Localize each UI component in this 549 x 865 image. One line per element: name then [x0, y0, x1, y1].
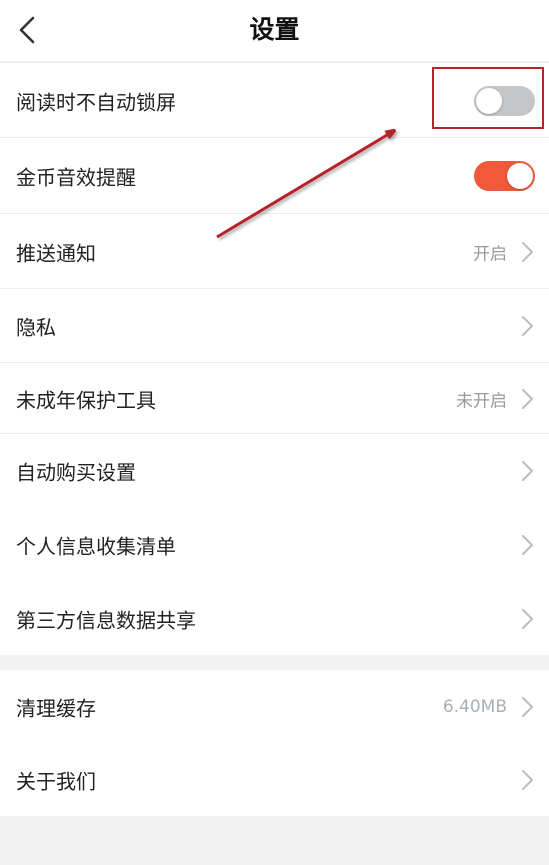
- setting-row-auto-purchase[interactable]: 自动购买设置: [0, 434, 549, 508]
- setting-label: 个人信息收集清单: [16, 534, 176, 559]
- setting-label: 第三方信息数据共享: [16, 608, 196, 632]
- setting-label: 关于我们: [16, 769, 96, 793]
- no-auto-lock-toggle[interactable]: [474, 85, 535, 116]
- setting-label: 推送通知: [16, 241, 96, 265]
- toggle-knob: [476, 87, 502, 114]
- setting-label: 未成年保护工具: [16, 388, 156, 412]
- header-bar: 设置: [0, 0, 549, 62]
- setting-label: 隐私: [16, 315, 56, 340]
- setting-row-coin-sound[interactable]: 金币音效提醒: [0, 138, 549, 214]
- setting-row-third-party-sharing[interactable]: 第三方信息数据共享: [0, 582, 549, 655]
- setting-row-personal-info-list[interactable]: 个人信息收集清单: [0, 508, 549, 582]
- toggle-knob: [507, 163, 533, 189]
- setting-row-no-auto-lock[interactable]: 阅读时不自动锁屏: [0, 63, 549, 138]
- settings-group: 阅读时不自动锁屏 金币音效提醒 推送通知 开启 隐私 未成年保护工具 未开启 自…: [0, 63, 549, 655]
- setting-row-clear-cache[interactable]: 清理缓存 6.40MB: [0, 670, 549, 743]
- chevron-right-icon: [522, 696, 533, 717]
- chevron-right-icon: [522, 316, 533, 336]
- setting-value: 开启: [473, 244, 507, 264]
- chevron-right-icon: [522, 608, 533, 629]
- cache-size-value: 6.40MB: [442, 696, 507, 717]
- chevron-right-icon: [522, 461, 533, 481]
- chevron-right-icon: [522, 388, 533, 409]
- setting-row-privacy[interactable]: 隐私: [0, 289, 549, 363]
- misc-group: 清理缓存 6.40MB 关于我们: [0, 670, 549, 816]
- chevron-right-icon: [522, 241, 533, 262]
- setting-row-push[interactable]: 推送通知 开启: [0, 214, 549, 289]
- page-title: 设置: [249, 15, 300, 44]
- setting-row-about[interactable]: 关于我们: [0, 743, 549, 816]
- chevron-right-icon: [522, 769, 533, 790]
- setting-label: 清理缓存: [16, 696, 96, 720]
- setting-label: 自动购买设置: [16, 460, 136, 485]
- chevron-right-icon: [522, 535, 533, 555]
- setting-row-minor-protection[interactable]: 未成年保护工具 未开启: [0, 363, 549, 434]
- setting-label: 金币音效提醒: [16, 165, 136, 190]
- coin-sound-toggle[interactable]: [474, 161, 535, 191]
- setting-value: 未开启: [456, 391, 507, 411]
- setting-label: 阅读时不自动锁屏: [16, 90, 176, 114]
